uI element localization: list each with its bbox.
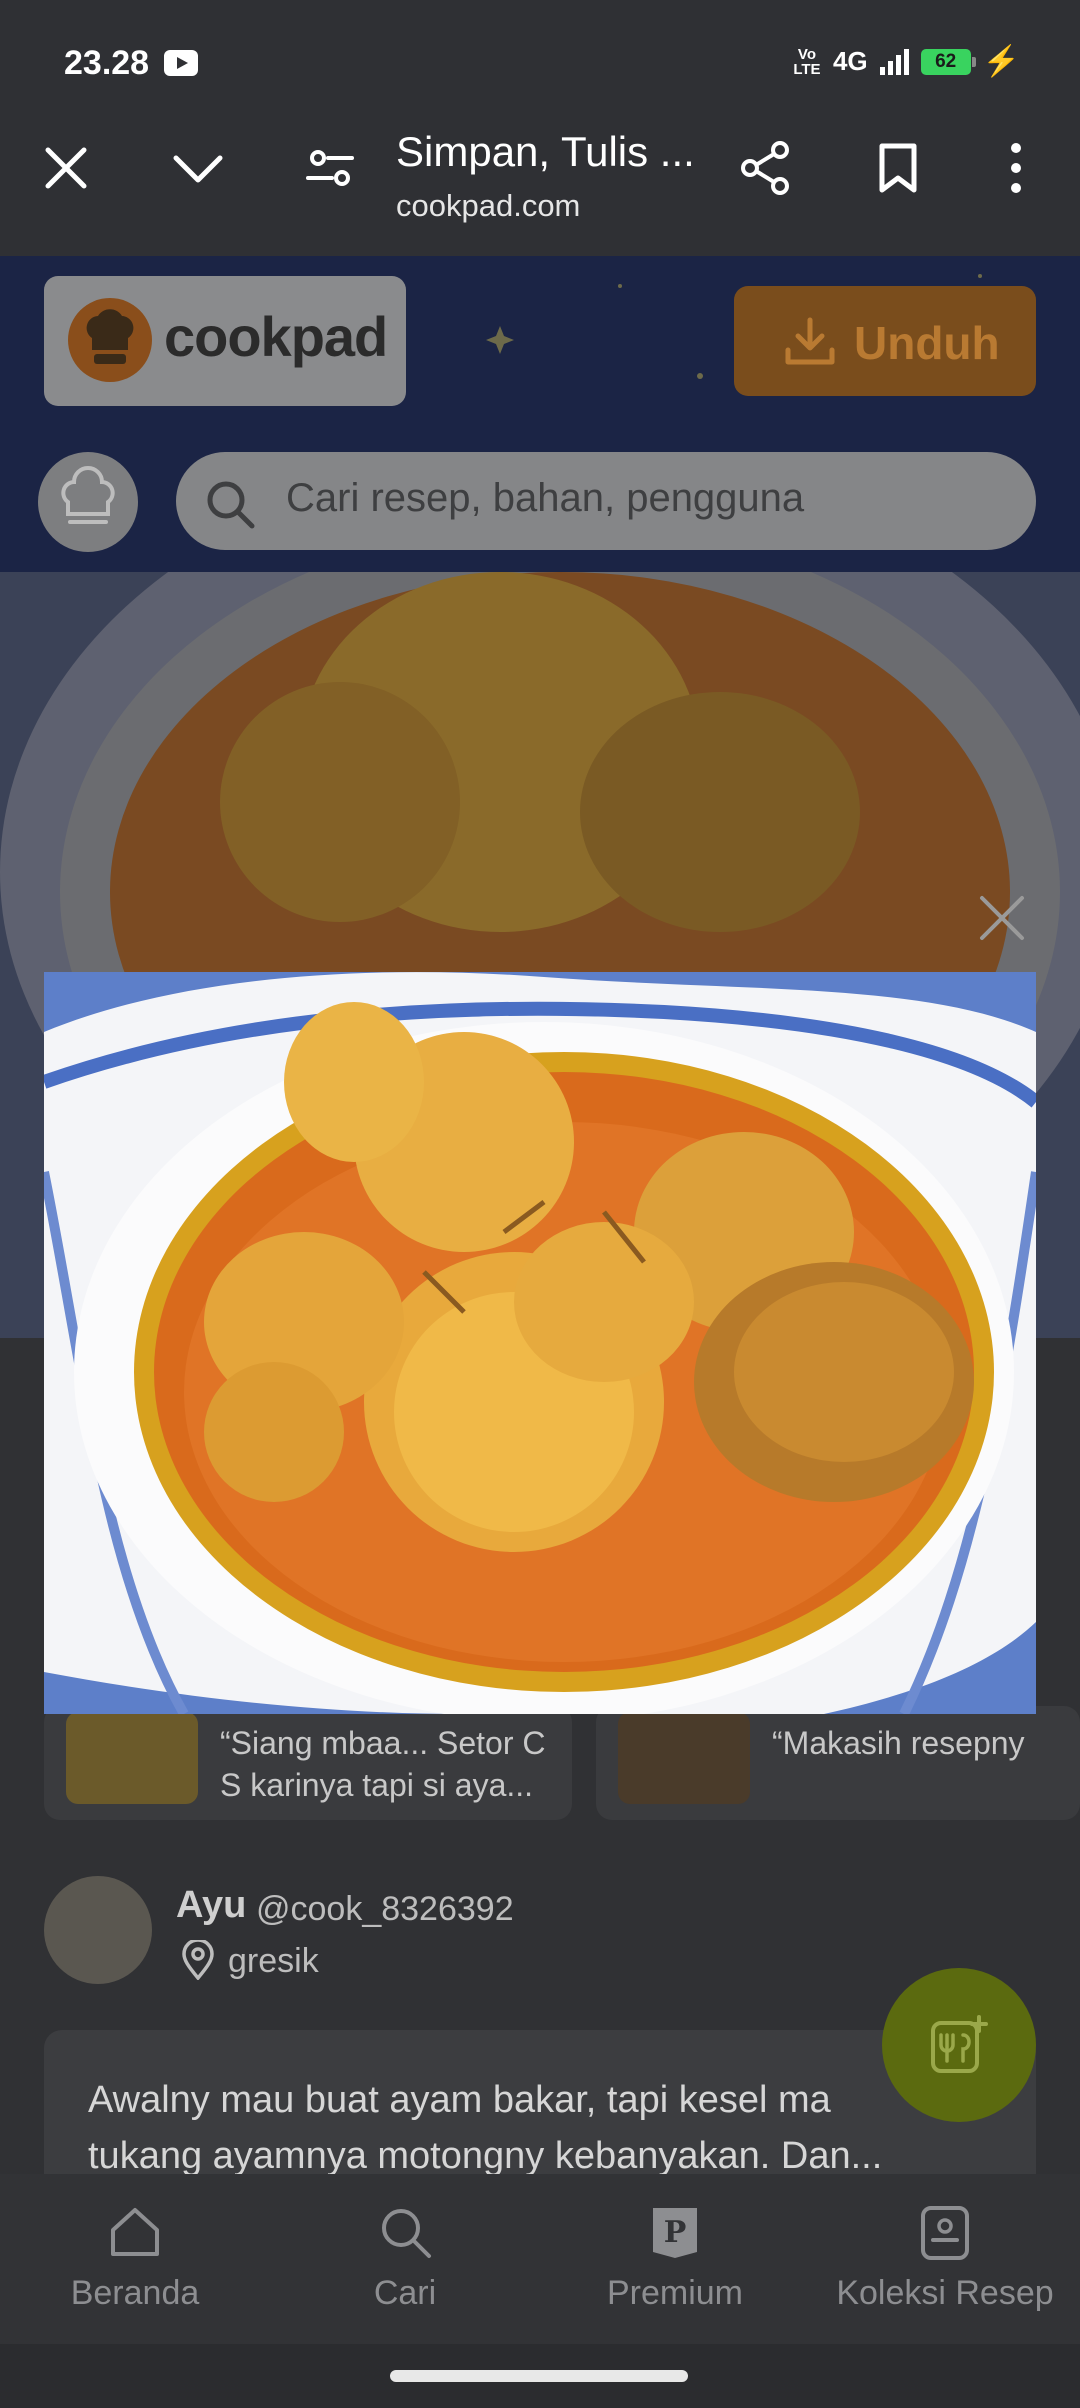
comment-text: “Siang mbaa... Setor C S karinya tapi si… (220, 1725, 546, 1803)
location-pin-icon (182, 1940, 214, 1980)
nav-recipe-collection[interactable]: Koleksi Resep (810, 2174, 1080, 2344)
svg-text:P: P (664, 2215, 687, 2250)
recipe-story: Awalny mau buat ayam bakar, tapi kesel m… (88, 2079, 883, 2177)
youtube-notification-icon (164, 50, 198, 76)
status-bar: 23.28 Vo LTE 4G 62 ⚡ (0, 0, 1080, 120)
page-title[interactable]: Simpan, Tulis ... (396, 128, 695, 176)
download-label: Unduh (854, 317, 1000, 369)
author-location: gresik (228, 1942, 319, 1980)
search-input[interactable]: Cari resep, bahan, pengguna (176, 452, 1036, 550)
home-icon (111, 2208, 159, 2256)
cutlery-plus-icon (931, 2015, 988, 2073)
chevron-down-icon[interactable] (168, 138, 228, 198)
signal-icon (879, 48, 909, 75)
bookmark-icon[interactable] (868, 138, 928, 198)
author-avatar[interactable] (44, 1876, 152, 1984)
author-name[interactable]: Ayu (176, 1884, 246, 1927)
search-placeholder: Cari resep, bahan, pengguna (286, 476, 805, 520)
close-image-icon[interactable] (972, 888, 1032, 948)
screen: 23.28 Vo LTE 4G 62 ⚡ Simpan, Tulis ... c… (0, 0, 1080, 2408)
collection-icon (921, 2206, 969, 2260)
site-settings-icon[interactable] (300, 138, 360, 198)
download-button[interactable]: Unduh (734, 286, 1036, 396)
home-gesture-bar[interactable] (390, 2370, 688, 2382)
logo-text: cookpad (164, 305, 388, 368)
nav-search[interactable]: Cari (270, 2174, 540, 2344)
nav-premium[interactable]: P Premium (540, 2174, 810, 2344)
comment-photo (618, 1712, 750, 1804)
search-icon (382, 2209, 431, 2258)
more-options-icon[interactable] (986, 138, 1046, 198)
recipe-photo (44, 972, 1036, 1714)
chef-hat-icon (68, 298, 152, 382)
download-icon (785, 317, 835, 365)
recipe-image-viewer[interactable] (44, 972, 1036, 1714)
close-tab-icon[interactable] (36, 138, 96, 198)
page-url[interactable]: cookpad.com (396, 188, 580, 224)
status-time: 23.28 (64, 44, 150, 82)
comment-photo (66, 1712, 198, 1804)
battery-icon: 62 (920, 48, 976, 75)
search-icon (207, 481, 255, 529)
add-to-menu-button[interactable] (882, 1968, 1036, 2122)
premium-icon: P (653, 2208, 697, 2258)
nav-home[interactable]: Beranda (0, 2174, 270, 2344)
author-handle[interactable]: @cook_8326392 (256, 1890, 514, 1929)
share-icon[interactable] (736, 138, 796, 198)
charging-icon: ⚡ (982, 45, 1020, 78)
user-avatar[interactable] (38, 452, 138, 552)
network-type: 4G (832, 46, 868, 76)
status-indicators: Vo LTE 4G 62 ⚡ (793, 44, 1020, 79)
comment-text: “Makasih resepny (772, 1725, 1025, 1761)
volte-icon: Vo LTE (793, 45, 821, 78)
